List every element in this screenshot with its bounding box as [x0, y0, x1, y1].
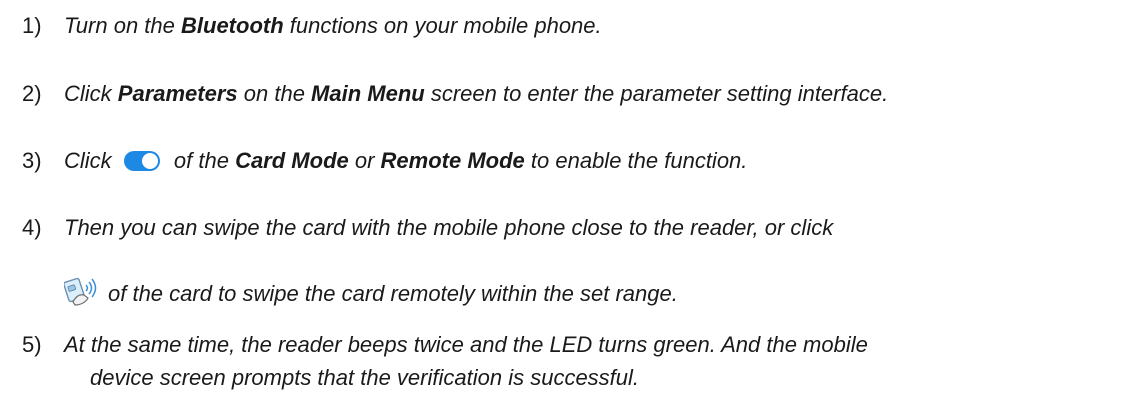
step-number: 1) [22, 13, 42, 38]
card-mode-term: Card Mode [235, 148, 349, 173]
step-text: Turn on the Bluetooth functions on your … [64, 13, 602, 38]
step-text-line-1: At the same time, the reader beeps twice… [64, 332, 868, 357]
step-text: Click of the Card Mode or Remote Mode to… [64, 148, 748, 173]
step-text: Click Parameters on the Main Menu screen… [64, 81, 889, 106]
bluetooth-term: Bluetooth [181, 13, 284, 38]
nfc-card-swipe-icon [64, 277, 97, 306]
step-4-text-line-2: of the card to swipe the card remotely w… [108, 281, 678, 306]
step-5-text-line-2: device screen prompts that the verificat… [90, 365, 640, 390]
main-menu-term: Main Menu [311, 81, 425, 106]
step-number: 2) [22, 81, 42, 106]
step-number: 4) [22, 215, 42, 240]
remote-mode-term: Remote Mode [380, 148, 525, 173]
step-number: 3) [22, 148, 42, 173]
step-text-line-1: Then you can swipe the card with the mob… [64, 215, 834, 240]
step-number: 5) [22, 332, 42, 357]
toggle-switch-on-icon [123, 151, 160, 171]
parameters-term: Parameters [117, 81, 238, 106]
toggle-knob [141, 153, 158, 169]
